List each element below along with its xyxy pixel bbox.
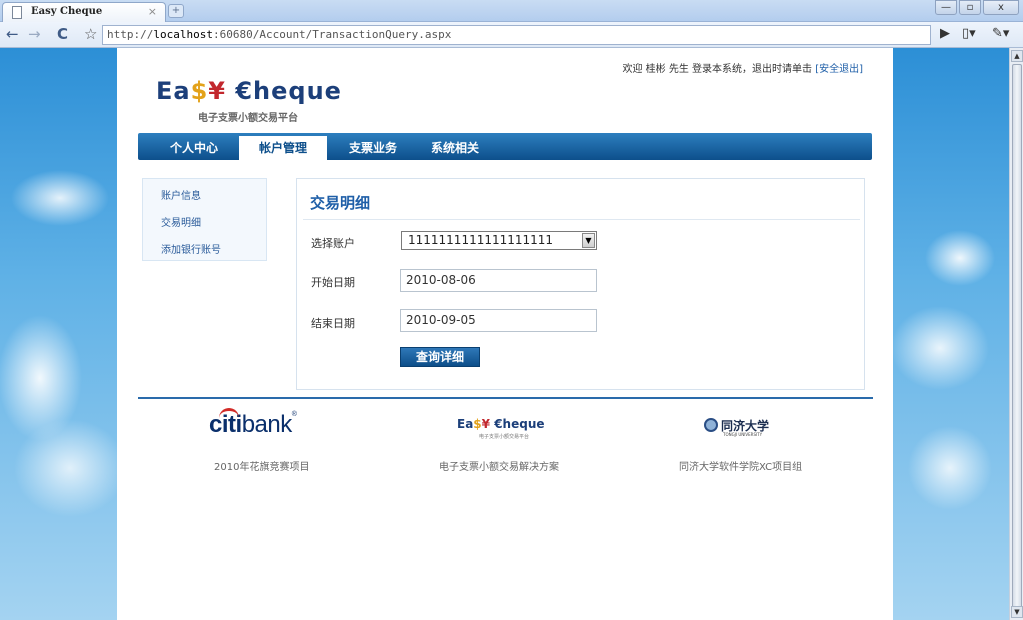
- browser-titlebar: Easy Cheque × + — ▫ x: [0, 0, 1023, 22]
- address-bar[interactable]: http://localhost:60680/Account/Transacti…: [102, 25, 931, 45]
- forward-arrow-icon[interactable]: →: [28, 25, 41, 43]
- browser-tab[interactable]: Easy Cheque ×: [2, 2, 166, 22]
- start-date-label: 开始日期: [311, 276, 355, 289]
- page-container: 欢迎 桂彬 先生 登录本系统，退出时请单击 [安全退出] Ea$¥ €heque…: [117, 48, 893, 620]
- nav-personal-center[interactable]: 个人中心: [170, 139, 218, 156]
- account-select[interactable]: 1111111111111111111 ▼: [401, 231, 597, 250]
- sidebar-item-account-info[interactable]: 账户信息: [161, 187, 201, 202]
- sidebar: 账户信息 交易明细 添加银行账号: [142, 178, 267, 261]
- nav-system[interactable]: 系统相关: [431, 139, 479, 156]
- window-controls: — ▫ x: [935, 0, 1019, 17]
- close-window-button[interactable]: x: [983, 0, 1019, 15]
- page-icon: [12, 6, 22, 19]
- logout-link[interactable]: [安全退出]: [815, 64, 863, 75]
- account-label: 选择账户: [311, 237, 355, 250]
- nav-account-management[interactable]: 帐户管理: [239, 136, 328, 160]
- welcome-text: 欢迎 桂彬 先生 登录本系统，退出时请单击: [622, 64, 816, 75]
- footer-easycheque-logo: Ea$¥ €heque: [457, 417, 545, 431]
- end-date-label: 结束日期: [311, 317, 355, 330]
- account-select-value: 1111111111111111111: [408, 233, 554, 247]
- start-date-value: 2010-08-06: [406, 273, 476, 287]
- scroll-down-arrow-icon[interactable]: ▼: [1011, 606, 1023, 618]
- welcome-bar: 欢迎 桂彬 先生 登录本系统，退出时请单击 [安全退出]: [622, 60, 863, 75]
- minimize-button[interactable]: —: [935, 0, 957, 15]
- page-title: 交易明细: [310, 194, 371, 212]
- tab-close-icon[interactable]: ×: [148, 5, 157, 18]
- browser-toolbar: ← → C ☆ http://localhost:60680/Account/T…: [0, 22, 1023, 48]
- tongji-seal-icon: [704, 418, 718, 432]
- footer-caption-tongji: 同济大学软件学院XC项目组: [679, 462, 803, 473]
- scroll-up-arrow-icon[interactable]: ▲: [1011, 50, 1023, 62]
- dropdown-arrow-icon[interactable]: ▼: [582, 233, 595, 248]
- citi-arc-icon: [219, 408, 239, 418]
- transaction-query-panel: 交易明细 选择账户 1111111111111111111 ▼ 开始日期 201…: [296, 178, 865, 390]
- footer-divider: [138, 397, 873, 399]
- logo-text: Ea$¥ €heque: [156, 77, 342, 105]
- star-icon[interactable]: ☆: [84, 25, 97, 43]
- sidebar-item-transactions[interactable]: 交易明细: [161, 214, 201, 229]
- vertical-scrollbar[interactable]: ▲ ▼: [1009, 48, 1023, 620]
- tongji-english-name: TONGJI UNIVERSITY: [723, 432, 763, 437]
- page-menu-icon[interactable]: ▯▾: [962, 26, 976, 41]
- new-tab-button[interactable]: +: [168, 4, 184, 18]
- footer-easycheque-subtitle: 电子支票小额交易平台: [479, 434, 530, 440]
- wrench-icon[interactable]: ✎▾: [992, 26, 1009, 41]
- tab-title: Easy Cheque: [31, 6, 103, 17]
- logo-subtitle: 电子支票小额交易平台: [198, 113, 298, 124]
- sidebar-item-add-bank-account[interactable]: 添加银行账号: [161, 241, 221, 256]
- site-logo[interactable]: Ea$¥ €heque 电子支票小额交易平台: [156, 77, 342, 124]
- url-scheme: http://: [107, 28, 154, 41]
- maximize-button[interactable]: ▫: [959, 0, 981, 15]
- footer-caption-citi: 2010年花旗竞赛项目: [214, 462, 310, 473]
- scroll-thumb[interactable]: [1012, 64, 1022, 616]
- end-date-value: 2010-09-05: [406, 313, 476, 327]
- citibank-logo: citibank®: [209, 408, 297, 439]
- start-date-input[interactable]: 2010-08-06: [400, 269, 597, 292]
- back-arrow-icon[interactable]: ←: [6, 25, 19, 43]
- end-date-input[interactable]: 2010-09-05: [400, 309, 597, 332]
- play-arrow-icon[interactable]: ▶: [940, 26, 950, 41]
- query-details-button[interactable]: 查询详细: [400, 347, 480, 367]
- url-path: :60680/Account/TransactionQuery.aspx: [212, 28, 452, 41]
- url-host: localhost: [153, 28, 213, 41]
- reload-icon[interactable]: C: [57, 25, 68, 43]
- nav-cheque-business[interactable]: 支票业务: [349, 139, 397, 156]
- footer-caption-easycheque: 电子支票小额交易解决方案: [439, 462, 559, 473]
- title-divider: [303, 219, 860, 220]
- main-nav: 个人中心 帐户管理 支票业务 系统相关: [138, 133, 872, 160]
